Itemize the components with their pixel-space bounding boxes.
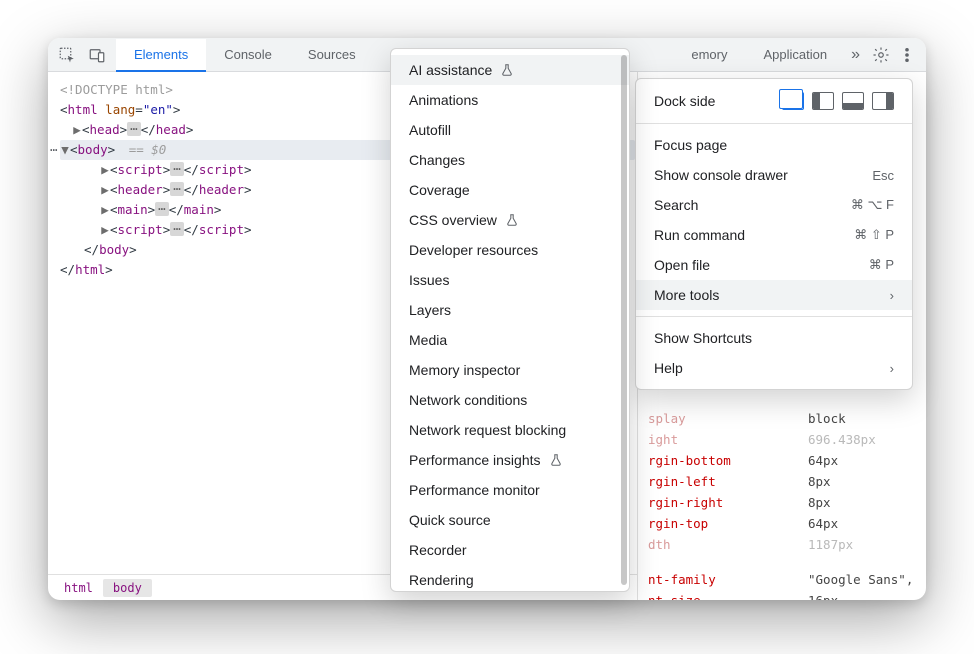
devtools-main-menu: Dock side Focus page Show console drawer…	[635, 78, 913, 390]
tab-memory-partial[interactable]: emory	[691, 38, 745, 71]
dom-doctype: <!DOCTYPE html>	[60, 82, 173, 97]
prop-mb-val: 64px	[808, 450, 838, 471]
tool-recorder[interactable]: Recorder	[391, 535, 629, 565]
tool-layers[interactable]: Layers	[391, 295, 629, 325]
dock-side-label: Dock side	[654, 93, 715, 109]
dock-right-icon[interactable]	[872, 92, 894, 110]
device-toolbar-icon[interactable]	[88, 46, 106, 64]
prop-ml-key: rgin-left	[648, 471, 808, 492]
prop-display-val: block	[808, 408, 846, 429]
menu-focus-page[interactable]: Focus page	[636, 130, 912, 160]
tool-network-request-blocking[interactable]: Network request blocking	[391, 415, 629, 445]
prop-mr-key: rgin-right	[648, 492, 808, 513]
flask-icon	[500, 63, 514, 77]
dock-left-icon[interactable]	[812, 92, 834, 110]
prop-mt-val: 64px	[808, 513, 838, 534]
menu-more-tools[interactable]: More tools›	[636, 280, 912, 310]
prop-mb-key: rgin-bottom	[648, 450, 808, 471]
dock-side-row: Dock side	[636, 85, 912, 117]
tool-changes[interactable]: Changes	[391, 145, 629, 175]
more-tools-submenu: AI assistance Animations Autofill Change…	[390, 48, 630, 592]
tool-animations[interactable]: Animations	[391, 85, 629, 115]
tool-ai-assistance[interactable]: AI assistance	[391, 55, 629, 85]
prop-height-key: ight	[648, 429, 808, 450]
prop-ff-key: nt-family	[648, 569, 808, 590]
tabstrip-left-icons	[48, 46, 116, 64]
tab-elements[interactable]: Elements	[116, 39, 206, 72]
inspect-element-icon[interactable]	[58, 46, 76, 64]
tool-memory-inspector[interactable]: Memory inspector	[391, 355, 629, 385]
tool-performance-monitor[interactable]: Performance monitor	[391, 475, 629, 505]
menu-show-console[interactable]: Show console drawerEsc	[636, 160, 912, 190]
prop-ff-val: "Google Sans",	[808, 569, 913, 590]
tab-console[interactable]: Console	[206, 38, 290, 71]
tab-application[interactable]: Application	[745, 38, 845, 71]
prop-mt-key: rgin-top	[648, 513, 808, 534]
prop-ml-val: 8px	[808, 471, 831, 492]
prop-fs-key: nt-size	[648, 590, 808, 600]
flask-icon	[549, 453, 563, 467]
tool-developer-resources[interactable]: Developer resources	[391, 235, 629, 265]
prop-width-val: 1187px	[808, 534, 853, 555]
tool-rendering[interactable]: Rendering	[391, 565, 629, 592]
prop-display-key: splay	[648, 408, 808, 429]
tool-network-conditions[interactable]: Network conditions	[391, 385, 629, 415]
tool-media[interactable]: Media	[391, 325, 629, 355]
menu-help[interactable]: Help›	[636, 353, 912, 383]
chevron-right-icon: ›	[890, 288, 894, 303]
dock-popout-icon[interactable]	[782, 92, 804, 110]
settings-gear-icon[interactable]	[872, 46, 890, 64]
menu-show-shortcuts[interactable]: Show Shortcuts	[636, 323, 912, 353]
menu-open-file[interactable]: Open file⌘ P	[636, 250, 912, 280]
tool-quick-source[interactable]: Quick source	[391, 505, 629, 535]
prop-mr-val: 8px	[808, 492, 831, 513]
tabs-overflow-icon[interactable]: »	[845, 46, 864, 64]
prop-fs-val: 16px	[808, 590, 838, 600]
breadcrumb-body[interactable]: body	[103, 579, 152, 597]
menu-search[interactable]: Search⌘ ⌥ F	[636, 190, 912, 220]
breadcrumb-html[interactable]: html	[54, 579, 103, 597]
prop-height-val: 696.438px	[808, 429, 876, 450]
dock-bottom-icon[interactable]	[842, 92, 864, 110]
tool-performance-insights[interactable]: Performance insights	[391, 445, 629, 475]
tab-sources[interactable]: Sources	[290, 38, 374, 71]
tool-issues[interactable]: Issues	[391, 265, 629, 295]
prop-width-key: dth	[648, 534, 808, 555]
tool-css-overview[interactable]: CSS overview	[391, 205, 629, 235]
flask-icon	[505, 213, 519, 227]
menu-run-command[interactable]: Run command⌘ ⇧ P	[636, 220, 912, 250]
devtools-menu-kebab-icon[interactable]	[898, 46, 916, 64]
tool-autofill[interactable]: Autofill	[391, 115, 629, 145]
tool-coverage[interactable]: Coverage	[391, 175, 629, 205]
chevron-right-icon: ›	[890, 361, 894, 376]
